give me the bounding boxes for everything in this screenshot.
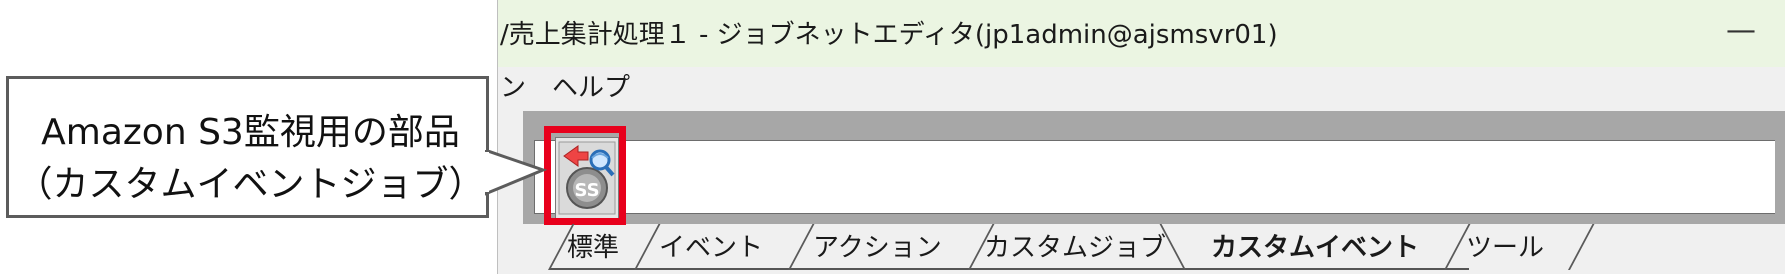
- title-bar[interactable]: /売上集計処理１ - ジョブネットエディタ(jp1admin@ajsmsvr01…: [498, 0, 1785, 67]
- tab-tools[interactable]: ツール: [1466, 224, 1544, 270]
- callout-box: Amazon S3監視用の部品 （カスタムイベントジョブ）: [6, 76, 489, 218]
- callout-pointer: [485, 150, 547, 196]
- minimize-button[interactable]: —: [1726, 0, 1756, 67]
- tab-custom-job[interactable]: カスタムジョブ: [984, 224, 1166, 270]
- callout-subtitle: （カスタムイベントジョブ）: [16, 164, 485, 205]
- callout-title: Amazon S3監視用の部品: [41, 112, 460, 153]
- tab-event[interactable]: イベント: [659, 224, 763, 270]
- menu-bar: ン ヘルプ: [498, 67, 1785, 108]
- icon-palette: [534, 140, 1775, 214]
- menu-item-help[interactable]: ヘルプ: [552, 67, 630, 108]
- tab-action[interactable]: アクション: [813, 224, 942, 270]
- icon-highlight-box: [544, 126, 626, 225]
- tab-custom-event[interactable]: カスタムイベント: [1211, 224, 1419, 270]
- tab-standard[interactable]: 標準: [567, 224, 619, 270]
- menu-item-partial[interactable]: ン: [500, 67, 526, 108]
- window-title: /売上集計処理１ - ジョブネットエディタ(jp1admin@ajsmsvr01…: [500, 20, 1278, 50]
